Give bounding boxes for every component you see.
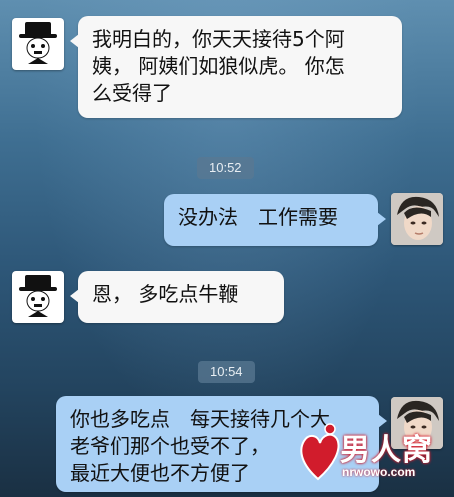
message-line: 我明白的，你天天接待5个阿 [92,27,345,51]
message-line: 姨， 阿姨们如狼似虎。 你怎 [92,54,345,78]
watermark-url: nrwowo.com [342,465,416,479]
heart-figure-icon [300,423,340,481]
message-line: 没办法 工作需要 [178,205,338,229]
incoming-message-2[interactable]: 恩， 多吃点牛鞭 [70,271,284,323]
message-line: 么受得了 [92,81,172,105]
watermark-logo: 男人窝 nrwowo.com [296,421,446,491]
incoming-message-1[interactable]: 我明白的，你天天接待5个阿 姨， 阿姨们如狼似虎。 你怎 么受得了 [70,16,402,118]
timestamp: 10:52 [197,157,254,179]
contact-avatar-chaplin-icon[interactable] [12,18,64,70]
user-avatar-icon[interactable] [391,193,443,245]
contact-avatar-chaplin-icon[interactable] [12,271,64,323]
message-line: 恩， 多吃点牛鞭 [92,282,239,306]
timestamp: 10:54 [198,361,255,383]
chat-canvas: 我明白的，你天天接待5个阿 姨， 阿姨们如狼似虎。 你怎 么受得了 10:52 … [0,0,454,497]
watermark-title: 男人窝 [340,433,433,468]
outgoing-message-1[interactable]: 没办法 工作需要 [164,194,386,246]
